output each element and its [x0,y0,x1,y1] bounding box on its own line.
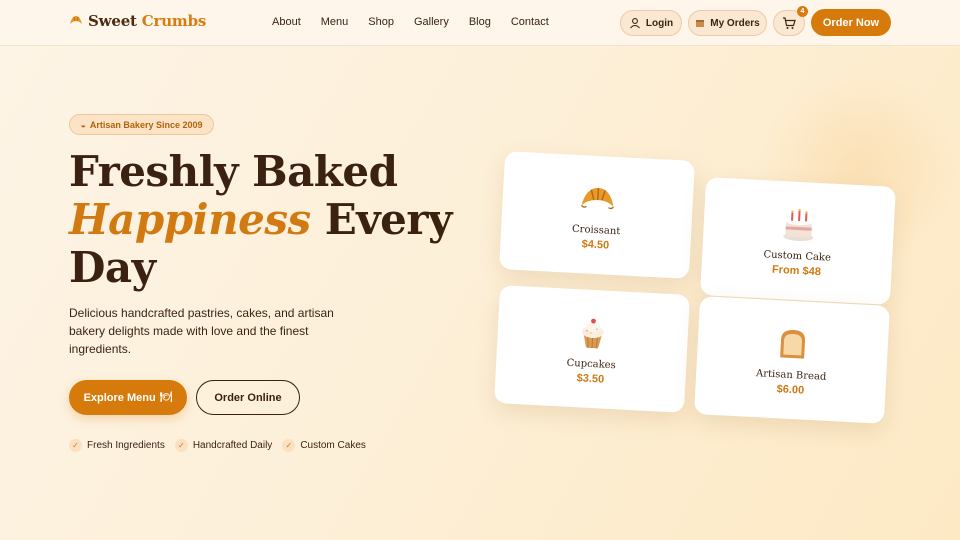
my-orders-button[interactable]: My Orders [688,10,767,36]
product-card-artisan-bread[interactable]: Artisan Bread $6.00 [694,296,890,424]
product-price: From $48 [771,263,822,279]
product-card-custom-cake[interactable]: Custom Cake From $48 [700,177,896,305]
product-card-croissant[interactable]: Croissant $4.50 [499,151,695,279]
order-online-button[interactable]: Order Online [196,380,300,415]
nav-link-blog[interactable]: Blog [469,16,491,28]
hero-title-accent: Happiness [69,195,311,244]
product-price: $6.00 [776,383,805,397]
feature-item: ✓ Fresh Ingredients [69,439,165,452]
nav-link-about[interactable]: About [272,16,301,28]
product-price: $4.50 [581,238,610,252]
product-name: Custom Cake [763,249,832,264]
badge-text: Artisan Bakery Since 2009 [89,119,203,130]
hero-title-rest: Every [324,195,453,244]
cart-icon [783,16,796,29]
cupcake-icon [581,318,604,349]
order-now-button[interactable]: Order Now [811,9,891,36]
plate-icon: 🍽 [159,392,173,403]
hero-title: Freshly Baked Happiness Every Day [69,148,452,292]
explore-menu-button[interactable]: Explore Menu 🍽 [69,380,187,415]
hero-title-line1: Freshly Baked [69,147,398,196]
login-button[interactable]: Login [620,10,682,36]
croissant-icon [580,188,614,210]
box-icon [696,20,705,27]
check-icon: ✓ [174,439,188,452]
product-card-cupcakes[interactable]: Cupcakes $3.50 [494,285,690,413]
brand-logo[interactable]: Sweet Crumbs [68,12,206,30]
cart-count-badge: 4 [797,6,808,17]
hero-title-line3: Day [69,243,156,292]
product-name: Artisan Bread [755,368,827,383]
login-label: Login [645,17,674,29]
nav-link-gallery[interactable]: Gallery [414,16,449,28]
hero-description: Delicious handcrafted pastries, cakes, a… [69,306,334,356]
feature-label: Handcrafted Daily [192,440,273,451]
feature-label: Custom Cakes [300,440,366,451]
my-orders-label: My Orders [710,17,760,29]
bread-icon [780,330,806,359]
croissant-small-icon: ◒ [80,119,86,130]
nav-link-shop[interactable]: Shop [368,16,394,28]
since-badge: ◒ Artisan Bakery Since 2009 [69,114,214,135]
product-name: Croissant [571,223,621,238]
user-icon [629,18,640,29]
feature-item: ✓ Custom Cakes [282,439,366,452]
top-navbar: Sweet Crumbs About Menu Shop Gallery Blo… [0,0,960,46]
product-price: $3.50 [576,372,605,386]
feature-label: Fresh Ingredients [87,440,165,451]
feature-item: ✓ Handcrafted Daily [174,439,273,452]
nav-link-menu[interactable]: Menu [321,16,349,28]
product-name: Cupcakes [566,357,617,372]
check-icon: ✓ [282,439,296,452]
nav-link-contact[interactable]: Contact [511,16,549,28]
hero-title-line2: Happiness Every [69,196,452,244]
main-menu: About Menu Shop Gallery Blog Contact [272,16,569,28]
cake-icon [783,208,814,242]
croissant-logo-icon [70,16,82,24]
brand-name-part1: Sweet [88,12,137,30]
explore-menu-label: Explore Menu [83,391,156,404]
brand-name-part2: Crumbs [141,12,207,30]
feature-list: ✓ Fresh Ingredients ✓ Handcrafted Daily … [69,439,376,452]
check-icon: ✓ [69,439,82,452]
